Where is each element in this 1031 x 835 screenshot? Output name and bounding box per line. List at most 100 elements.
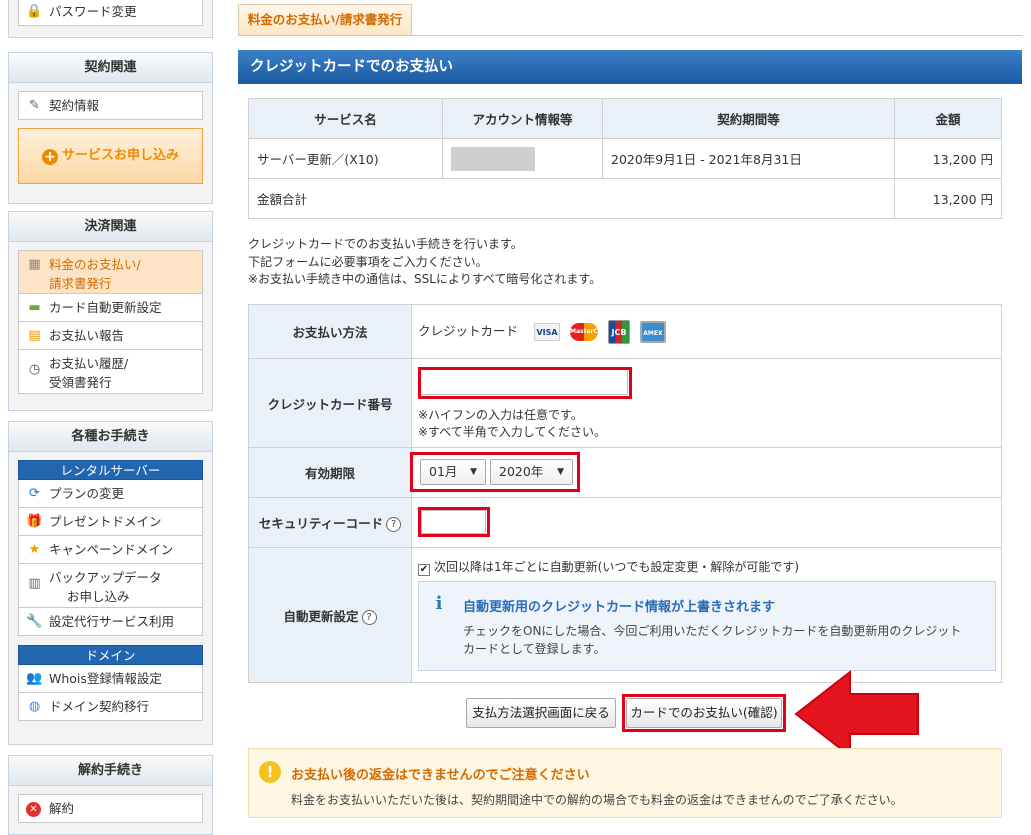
instructions: クレジットカードでのお支払い手続きを行います。 下記フォームに必要事項をご入力く… <box>248 236 601 289</box>
cancel-x-icon: ✕ <box>26 802 41 817</box>
sidebar-item-label: 料金のお支払い/ <box>49 257 141 272</box>
warning-text: 料金をお支払いいただいた後は、契約期間途中での解約の場合でも料金の返金はできませ… <box>291 793 903 807</box>
lock-icon: 🔒 <box>26 4 43 19</box>
sidebar-item-backup[interactable]: ▥ バックアップデータ お申し込み <box>18 564 203 608</box>
sidebar-item-campaign-domain[interactable]: ★ キャンペーンドメイン <box>18 536 203 564</box>
server-download-icon: ▥ <box>28 576 41 591</box>
instruction-line: ※お支払い手続き中の通信は、SSLによりすべて暗号化されます。 <box>248 272 602 286</box>
apply-service-button[interactable]: + サービスお申し込み <box>18 128 203 184</box>
table-header-row: サービス名 アカウント情報等 契約期間等 金額 <box>248 98 1002 139</box>
auto-renew-checkbox-row[interactable]: ✔ 次回以降は1年ごとに自動更新(いつでも設定変更・解除が可能です) <box>418 558 799 576</box>
auto-renew-checkbox-label: 次回以降は1年ごとに自動更新(いつでも設定変更・解除が可能です) <box>434 560 800 574</box>
red-arrow-icon <box>794 669 919 759</box>
form-row-payment-method: お支払い方法 クレジットカード VISA MasterCard JCB AMEX <box>248 304 1002 359</box>
payment-method-value: クレジットカード <box>418 323 519 338</box>
globe-transfer-icon: ◍ <box>28 699 41 714</box>
service-name-cell: サーバー更新／(X10) <box>248 138 443 179</box>
highlight-card-number <box>418 367 632 399</box>
sidebar-item-label: キャンペーンドメイン <box>49 542 174 557</box>
subheading-domain: ドメイン <box>18 645 203 665</box>
tab-invoice[interactable]: 料金のお支払い/請求書発行 <box>238 4 412 36</box>
calculator-icon: ▦ <box>28 257 41 272</box>
sidebar-item-invoice[interactable]: ▦ 料金のお支払い/ 請求書発行 <box>18 250 203 294</box>
sidebar-item-proxy-service[interactable]: 🔧 設定代行サービス利用 <box>18 608 203 636</box>
auto-renew-header: 自動更新設定? <box>248 547 412 683</box>
sidebar-item-card-auto-renew[interactable]: ▬ カード自動更新設定 <box>18 294 203 322</box>
info-box: i 自動更新用のクレジットカード情報が上書きされます チェックをONにした場合、… <box>418 581 996 671</box>
procedures-panel: 各種お手続き レンタルサーバー ⟳ プランの変更 🎁 プレゼントドメイン ★ キ… <box>8 421 213 745</box>
sidebar-item-payment-history[interactable]: ◷ お支払い履歴/ 受領書発行 <box>18 350 203 394</box>
credit-card-icon: ▬ <box>28 300 41 315</box>
sidebar-item-label: バックアップデータ <box>49 570 162 585</box>
gift-icon: 🎁 <box>26 514 43 529</box>
speech-bubble-icon: ▤ <box>28 328 41 343</box>
cancel-panel: 解約手続き ✕ 解約 <box>8 755 213 835</box>
sidebar-item-label: パスワード変更 <box>49 4 137 19</box>
sidebar-item-label: プレゼントドメイン <box>49 514 162 529</box>
sidebar-item-label: お支払い報告 <box>49 328 125 343</box>
service-table: サービス名 アカウント情報等 契約期間等 金額 サーバー更新／(X10) 202… <box>248 98 1002 219</box>
sidebar-item-label: お支払い履歴/ <box>49 356 129 371</box>
account-info-cell <box>442 138 603 179</box>
visa-logo-icon: VISA <box>534 322 560 341</box>
sidebar-item-label: ドメイン契約移行 <box>49 699 150 714</box>
security-code-header: セキュリティーコード? <box>248 497 412 548</box>
account-panel: 🔒 パスワード変更 <box>8 0 213 38</box>
apply-service-label: サービスお申し込み <box>61 148 179 163</box>
amex-logo-icon: AMEX <box>639 320 666 343</box>
sidebar-item-contract-info[interactable]: ✎ 契約情報 <box>18 91 203 120</box>
sidebar-item-label: お申し込み <box>67 589 130 604</box>
subheading-rental-server: レンタルサーバー <box>18 460 203 480</box>
help-question-icon[interactable]: ? <box>386 517 402 532</box>
panel-heading: 各種お手続き <box>9 422 212 452</box>
sidebar-item-payment-report[interactable]: ▤ お支払い報告 <box>18 322 203 350</box>
auto-renew-checkbox[interactable]: ✔ <box>418 564 430 576</box>
sidebar-item-label: カード自動更新設定 <box>49 300 162 315</box>
sidebar-item-plan-change[interactable]: ⟳ プランの変更 <box>18 480 203 508</box>
sidebar: 🔒 パスワード変更 契約関連 ✎ 契約情報 + サービスお申し込み 決済関連 ▦ … <box>0 0 222 835</box>
amount-cell: 13,200 円 <box>894 138 1002 179</box>
total-amount-cell: 13,200 円 <box>894 178 1002 219</box>
column-header: サービス名 <box>248 98 443 139</box>
column-header: 金額 <box>894 98 1002 139</box>
document-pen-icon: ✎ <box>29 98 40 113</box>
help-question-icon[interactable]: ? <box>361 609 377 625</box>
card-hint: ※ハイフンの入力は任意です。 <box>418 408 583 422</box>
section-title: クレジットカードでのお支払い <box>238 50 1022 84</box>
panel-heading: 解約手続き <box>9 756 212 786</box>
info-title: 自動更新用のクレジットカード情報が上書きされます <box>463 600 776 615</box>
sidebar-item-label: 設定代行サービス利用 <box>49 614 175 629</box>
security-code-label: セキュリティーコード <box>258 516 384 531</box>
mastercard-logo-icon: MasterCard <box>569 322 609 341</box>
warning-title: お支払い後の返金はできませんのでご注意ください <box>291 768 590 783</box>
wrench-icon: 🔧 <box>26 614 43 629</box>
highlight-security-code <box>418 507 490 537</box>
sidebar-item-cancel[interactable]: ✕ 解約 <box>18 794 203 823</box>
sidebar-item-whois[interactable]: 👥 Whois登録情報設定 <box>18 665 203 693</box>
period-cell: 2020年9月1日 - 2021年8月31日 <box>602 138 895 179</box>
sidebar-item-label: 請求書発行 <box>49 276 112 291</box>
highlight-expiry <box>410 452 580 492</box>
sidebar-item-password-change[interactable]: 🔒 パスワード変更 <box>18 0 203 26</box>
security-code-cell <box>411 497 1002 548</box>
users-icon: 👥 <box>26 671 43 686</box>
table-total-row: 金額合計 13,200 円 <box>248 178 1002 219</box>
card-hint: ※すべて半角で入力してください。 <box>418 425 607 439</box>
column-header: アカウント情報等 <box>442 98 603 139</box>
sidebar-item-domain-transfer[interactable]: ◍ ドメイン契約移行 <box>18 693 203 721</box>
auto-renew-label: 自動更新設定 <box>283 608 359 624</box>
back-button[interactable]: 支払方法選択画面に戻る <box>466 698 616 728</box>
redacted-account <box>451 146 535 171</box>
sidebar-item-present-domain[interactable]: 🎁 プレゼントドメイン <box>18 508 203 536</box>
exclamation-icon: ! <box>259 761 281 783</box>
sidebar-item-label: 受領書発行 <box>49 375 112 390</box>
sidebar-item-label: プランの変更 <box>49 486 125 501</box>
payment-panel: 決済関連 ▦ 料金のお支払い/ 請求書発行 ▬ カード自動更新設定 ▤ お支払い… <box>8 211 213 411</box>
contract-panel: 契約関連 ✎ 契約情報 + サービスお申し込み <box>8 52 213 204</box>
total-label-cell: 金額合計 <box>248 178 895 219</box>
sidebar-item-label: 契約情報 <box>49 98 100 113</box>
panel-heading: 契約関連 <box>9 53 212 83</box>
instruction-line: クレジットカードでのお支払い手続きを行います。 <box>248 237 523 251</box>
info-icon: i <box>435 593 443 614</box>
sidebar-item-label: 解約 <box>49 801 75 816</box>
